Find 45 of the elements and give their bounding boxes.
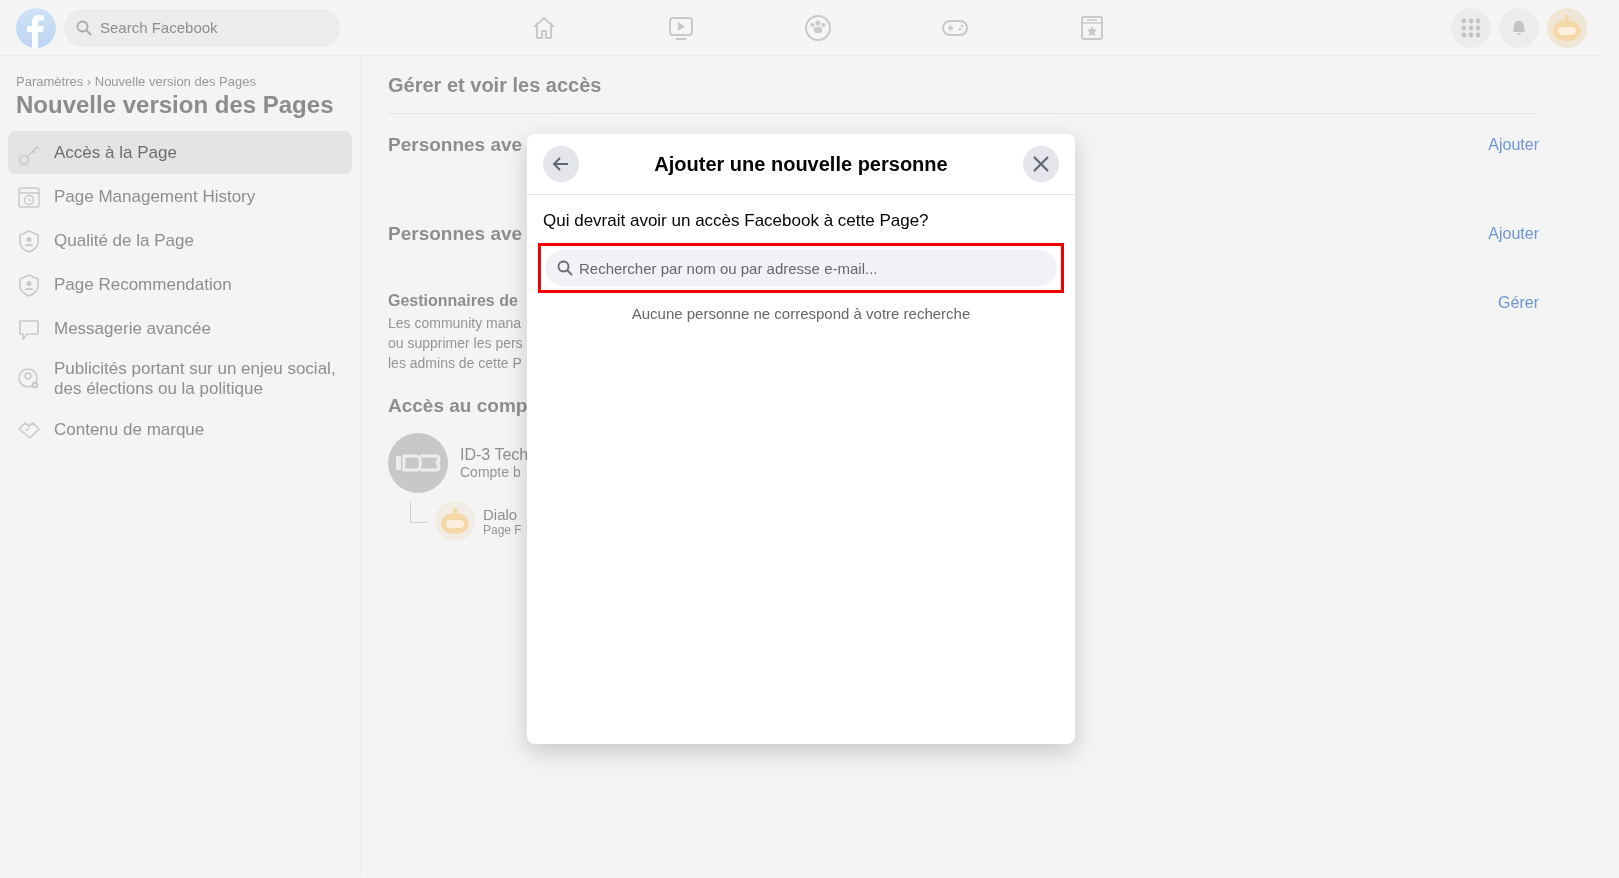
- sidebar-item[interactable]: Publicités portant sur un enjeu social, des élections ou la politique: [8, 351, 352, 407]
- page-avatar: [435, 501, 475, 541]
- grid-menu-icon: [1461, 17, 1481, 38]
- section-title: Accès au comp: [388, 395, 529, 417]
- account-type: Compte b: [460, 464, 522, 480]
- back-arrow-icon: [552, 155, 570, 173]
- search-field[interactable]: Search Facebook: [64, 8, 340, 47]
- notifications-button[interactable]: [1499, 7, 1539, 48]
- account-name: ID-3 Tech: [460, 446, 529, 464]
- shield-person-icon: [16, 227, 42, 254]
- breadcrumb: Paramètres › Nouvelle version des Pages: [16, 74, 257, 89]
- shield-person-icon: [16, 271, 42, 298]
- facebook-logo[interactable]: [16, 7, 56, 48]
- empty-results-message: Aucune personne ne correspond à votre recherche: [630, 305, 972, 322]
- close-button[interactable]: [1023, 146, 1059, 182]
- search-field[interactable]: Rechercher par nom ou par adresse e-mail...: [545, 250, 1057, 286]
- section-description: Les community mana: [388, 314, 523, 333]
- add-link[interactable]: Ajouter: [1488, 136, 1539, 154]
- sidebar-item[interactable]: Messagerie avancée: [8, 307, 352, 350]
- section-title: Personnes ave: [388, 223, 523, 245]
- dialog-question: Qui devrait avoir un accès Facebook à cette Page?: [543, 211, 930, 231]
- section-description: les admins de cette P: [388, 354, 523, 373]
- section-description: ou supprimer les pers: [388, 334, 523, 353]
- section-title: Personnes ave: [388, 134, 523, 156]
- sidebar-item[interactable]: Page Management History: [8, 175, 352, 218]
- sidebar-item[interactable]: Qualité de la Page: [8, 219, 352, 262]
- add-link[interactable]: Ajouter: [1488, 225, 1539, 243]
- menu-button[interactable]: [1451, 7, 1491, 48]
- page-title: Nouvelle version des Pages: [16, 91, 335, 119]
- connector-line: [410, 501, 427, 523]
- business-logo: [388, 433, 448, 493]
- back-button[interactable]: [543, 146, 579, 182]
- page-type: Page F: [483, 522, 522, 537]
- search-icon: [557, 260, 573, 276]
- manage-link[interactable]: Gérer: [1498, 294, 1539, 312]
- dialog-title: Ajouter une nouvelle personne: [654, 152, 948, 176]
- close-icon: [1032, 155, 1050, 173]
- sidebar-item[interactable]: Page Recommendation: [8, 263, 352, 306]
- search-icon: [76, 19, 92, 36]
- sidebar-item[interactable]: Accès à la Page: [8, 131, 352, 174]
- section-title: Gestionnaires de: [388, 292, 519, 310]
- profile-avatar[interactable]: [1547, 7, 1587, 48]
- sidebar-item[interactable]: Contenu de marque: [8, 408, 352, 451]
- page-name: Dialo: [483, 505, 519, 523]
- section-heading: Gérer et voir les accès: [388, 74, 1539, 114]
